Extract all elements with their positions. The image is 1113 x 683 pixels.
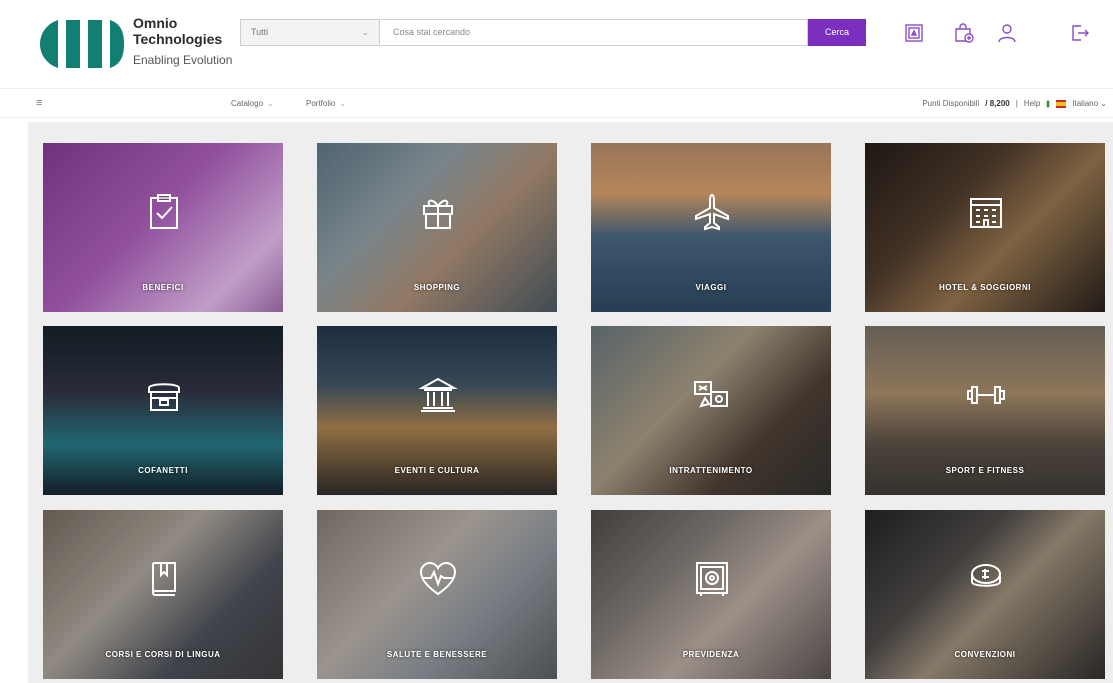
tile-shopping[interactable]: SHOPPING (317, 143, 557, 312)
nav-bar: ≡ Catalogo ⌄ Portfolio ⌄ Punti Disponibili… (0, 88, 1113, 118)
search-category-select[interactable]: Tutti ⌄ (240, 19, 380, 46)
entertainment-icon (691, 374, 733, 416)
tile-sport-fitness[interactable]: SPORT E FITNESS (865, 326, 1105, 495)
search-placeholder: Cosa stai cercando (393, 27, 471, 37)
omnio-logo-icon[interactable] (36, 16, 124, 72)
menu-icon[interactable]: ≡ (36, 97, 42, 109)
tile-label: SPORT E FITNESS (945, 466, 1025, 475)
flag-es-icon[interactable] (1056, 99, 1067, 108)
chevron-down-icon: ⌄ (267, 99, 274, 108)
nav-right: Punti Disponibili / 8,200 | Help Italian… (922, 99, 1107, 108)
points-value: / 8,200 (985, 99, 1010, 108)
clipboard-check-icon (143, 191, 185, 233)
gift-icon (417, 191, 459, 233)
tile-benefici[interactable]: BENEFICI (43, 143, 283, 312)
safe-icon (691, 558, 733, 600)
tile-convenzioni[interactable]: CONVENZIONI (865, 510, 1105, 679)
points-label: Punti Disponibili (922, 99, 980, 108)
nav-separator: | (1015, 99, 1018, 108)
tile-label: CONVENZIONI (954, 650, 1016, 659)
language-select[interactable]: Italiano ⌄ (1072, 99, 1107, 108)
nav-item-label: Catalogo (231, 99, 264, 108)
tile-label: SHOPPING (413, 283, 461, 292)
tile-label: COFANETTI (138, 466, 188, 475)
coins-icon (965, 558, 1007, 600)
category-grid: BENEFICI SHOPPING VIAGGI HOTEL & SOGGIOR… (28, 122, 1113, 683)
brand-name-line2: Technologies (133, 31, 223, 47)
book-icon (143, 558, 185, 600)
tile-eventi-cultura[interactable]: EVENTI E CULTURA (317, 326, 557, 495)
search-input[interactable]: Cosa stai cercando (381, 19, 808, 46)
dumbbell-icon (965, 374, 1007, 416)
search-button[interactable]: Cerca (808, 19, 866, 46)
tile-salute-benessere[interactable]: SALUTE E BENESSERE (317, 510, 557, 679)
brand-text: Omnio Technologies Enabling Evolution (133, 16, 232, 66)
gift-box-icon (143, 374, 185, 416)
user-icon[interactable] (996, 22, 1018, 44)
language-label: Italiano (1072, 99, 1099, 108)
tile-label: INTRATTENIMENTO (669, 466, 753, 475)
tile-intrattenimento[interactable]: INTRATTENIMENTO (591, 326, 831, 495)
heart-pulse-icon (417, 558, 459, 600)
logout-icon[interactable] (1069, 22, 1091, 44)
museum-icon (417, 374, 459, 416)
nav-item-label: Portfolio (306, 99, 336, 108)
header: Omnio Technologies Enabling Evolution Tu… (0, 0, 1113, 86)
shopping-bag-icon[interactable] (953, 22, 975, 44)
tile-cofanetti[interactable]: COFANETTI (43, 326, 283, 495)
help-link[interactable]: Help (1024, 99, 1040, 108)
flag-it-icon[interactable] (1046, 99, 1051, 108)
search-category-value: Tutti (251, 27, 269, 37)
tile-previdenza[interactable]: PREVIDENZA (591, 510, 831, 679)
hotel-building-icon (965, 191, 1007, 233)
tile-corsi-lingua[interactable]: CORSI E CORSI DI LINGUA (43, 510, 283, 679)
chevron-down-icon: ⌄ (361, 27, 369, 37)
tile-label: HOTEL & SOGGIORNI (939, 283, 1031, 292)
nav-item-catalogo[interactable]: Catalogo ⌄ (231, 99, 274, 108)
tile-label: SALUTE E BENESSERE (386, 650, 488, 659)
airplane-icon (691, 191, 733, 233)
tile-label: CORSI E CORSI DI LINGUA (105, 650, 221, 659)
chevron-down-icon: ⌄ (339, 99, 347, 108)
tile-viaggi[interactable]: VIAGGI (591, 143, 831, 312)
brand-tagline: Enabling Evolution (133, 53, 233, 67)
wishlist-icon[interactable] (903, 22, 925, 44)
brand-name-line1: Omnio (133, 15, 178, 31)
tile-label: PREVIDENZA (682, 650, 740, 659)
tile-label: BENEFICI (142, 283, 184, 292)
nav-item-portfolio[interactable]: Portfolio ⌄ (306, 99, 346, 108)
tile-label: EVENTI E CULTURA (394, 466, 480, 475)
tile-hotel-soggiorni[interactable]: HOTEL & SOGGIORNI (865, 143, 1105, 312)
tile-label: VIAGGI (695, 283, 727, 292)
